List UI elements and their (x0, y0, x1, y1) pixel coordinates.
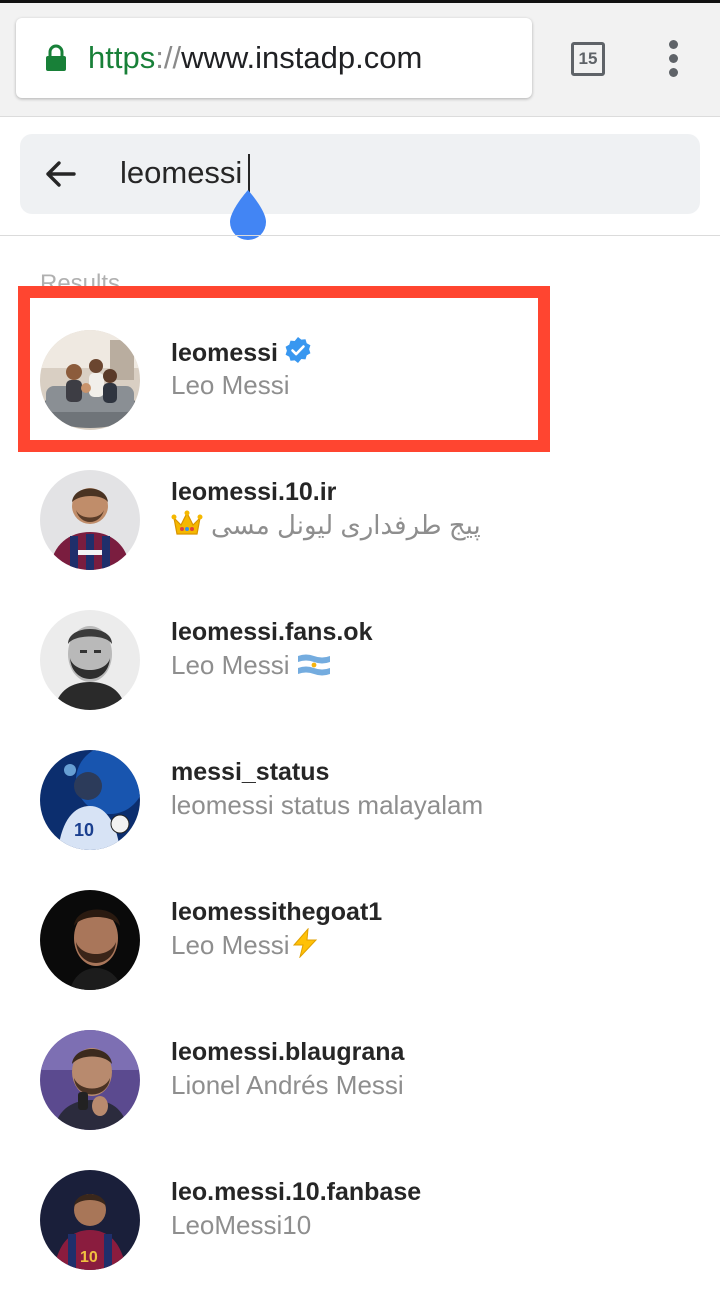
arrow-left-icon[interactable] (40, 154, 80, 194)
verified-badge-icon (285, 337, 311, 363)
full-name: Leo Messi (171, 648, 332, 682)
username: leomessi.blaugrana (171, 1038, 405, 1066)
username-text: leomessi (171, 339, 279, 367)
lock-icon (46, 44, 66, 71)
username: messi_status (171, 758, 330, 786)
result-item-leo-messi-10-fanbase[interactable]: 10 leo.messi.10.fanbase LeoMessi10 (0, 1150, 720, 1290)
avatar (40, 890, 140, 990)
avatar (40, 470, 140, 570)
tab-count: 15 (571, 42, 605, 76)
avatar: 10 (40, 1170, 140, 1270)
tab-switcher-button[interactable]: 15 (568, 39, 608, 79)
avatar (40, 330, 140, 430)
full-name: leomessi status malayalam (171, 790, 484, 820)
result-item-leomessi-fans-ok[interactable]: leomessi.fans.ok Leo Messi (0, 590, 720, 730)
status-edge (0, 0, 720, 3)
url-scheme: https (88, 40, 156, 75)
full-name: Lionel Andrés Messi (171, 1070, 404, 1100)
search-input[interactable]: leomessi (120, 152, 242, 194)
result-item-leomessithegoat1[interactable]: leomessithegoat1 Leo Messi (0, 870, 720, 1010)
full-name-text: Leo Messi (171, 650, 290, 680)
result-item-messi-status[interactable]: 10 messi_status leomessi status malayala… (0, 730, 720, 870)
search-bar[interactable]: leomessi (20, 134, 700, 214)
url-separator: :// (155, 40, 182, 75)
more-menu-icon[interactable] (656, 36, 692, 80)
username: leomessi (171, 336, 312, 369)
result-item-leomessi-blaugrana[interactable]: leomessi.blaugrana Lionel Andrés Messi (0, 1010, 720, 1150)
full-name: Leo Messi (171, 928, 320, 962)
result-item-leomessi-10-ir[interactable]: leomessi.10.ir پیج طرفداری لیونل مسی (0, 450, 720, 590)
argentina-flag-icon (297, 654, 330, 676)
full-name: پیج طرفداری لیونل مسی (171, 508, 481, 542)
svg-text:10: 10 (74, 820, 94, 840)
avatar (40, 1030, 140, 1130)
username: leomessithegoat1 (171, 898, 383, 926)
username: leomessi.10.ir (171, 478, 337, 506)
text-cursor-handle[interactable] (226, 188, 270, 242)
crown-icon (171, 510, 203, 535)
divider (0, 235, 720, 236)
url-text[interactable]: https://www.instadp.com (88, 38, 422, 78)
username: leomessi.fans.ok (171, 618, 373, 646)
full-name: Leo Messi (171, 370, 290, 400)
username: leo.messi.10.fanbase (171, 1178, 422, 1206)
lightning-icon (292, 928, 317, 958)
full-name-text: پیج طرفداری لیونل مسی (211, 510, 481, 540)
browser-toolbar: https://www.instadp.com 15 (0, 0, 720, 117)
full-name: LeoMessi10 (171, 1210, 312, 1240)
address-bar[interactable]: https://www.instadp.com (16, 18, 532, 98)
url-host: www.instadp.com (181, 40, 423, 75)
avatar: 10 (40, 750, 140, 850)
full-name-text: Leo Messi (171, 930, 290, 960)
svg-text:10: 10 (80, 1249, 98, 1266)
result-item-leomessi[interactable]: leomessi Leo Messi (0, 310, 720, 450)
avatar (40, 610, 140, 710)
